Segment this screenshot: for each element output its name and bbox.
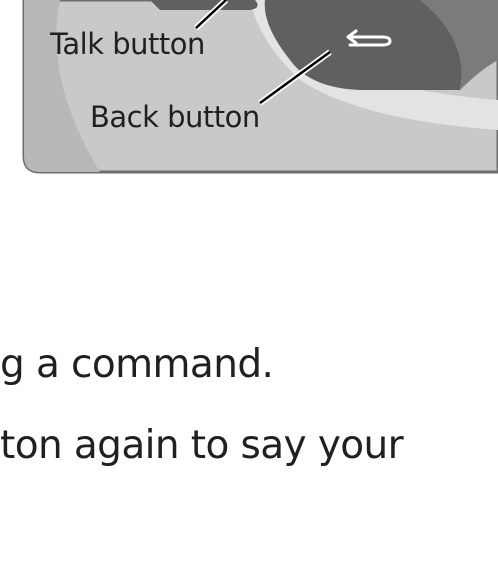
talk-button: [150, 0, 258, 10]
back-button-label: Back button: [90, 100, 260, 134]
talk-button-label: Talk button: [50, 27, 205, 61]
steering-switch-illustration: Talk button Back button: [0, 0, 498, 180]
instruction-line-2: ton again to say your: [0, 423, 404, 468]
instruction-line-1: g a command.: [0, 342, 274, 387]
